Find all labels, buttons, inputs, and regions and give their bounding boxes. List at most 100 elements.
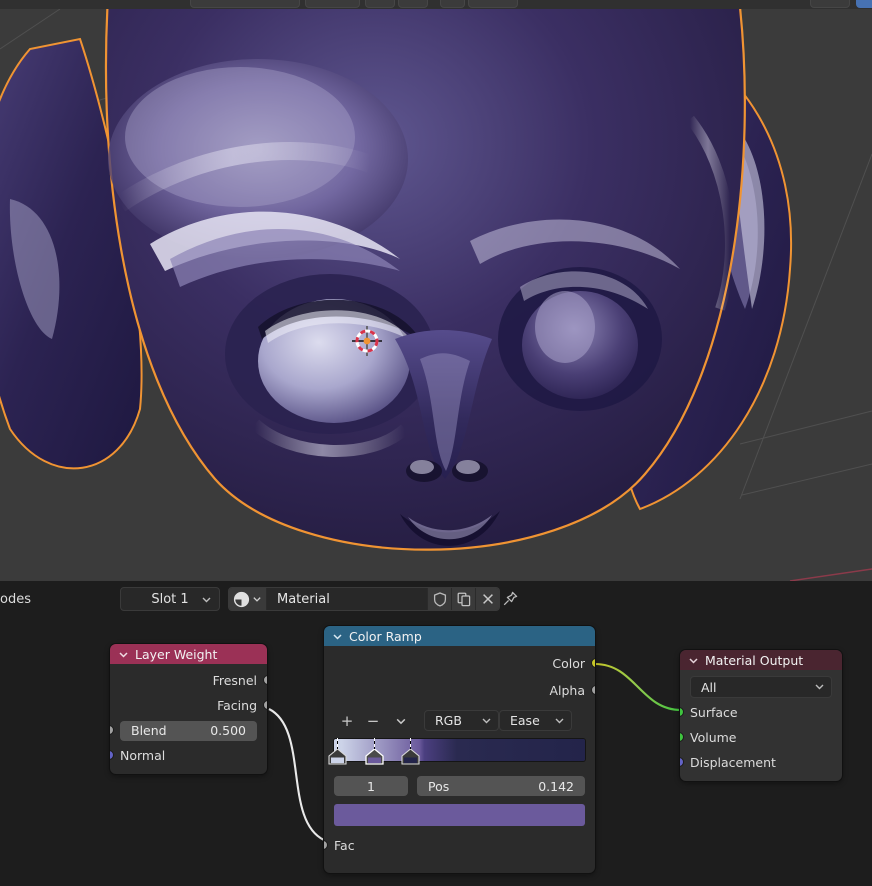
material-name-value: Material bbox=[277, 591, 330, 607]
socket-surface[interactable] bbox=[680, 707, 684, 717]
chevron-down-icon[interactable] bbox=[118, 649, 129, 660]
ramp-position-field[interactable]: Pos 0.142 bbox=[417, 776, 585, 796]
input-surface-label: Surface bbox=[690, 705, 738, 720]
node-color-ramp-title: Color Ramp bbox=[349, 628, 422, 644]
toolbar-button[interactable] bbox=[398, 0, 428, 8]
ramp-position-value: 0.142 bbox=[538, 778, 574, 794]
remove-stop-button[interactable]: − bbox=[360, 710, 386, 731]
input-normal[interactable]: Normal bbox=[110, 743, 267, 768]
socket-blend[interactable] bbox=[110, 725, 114, 735]
use-nodes-label[interactable]: odes bbox=[0, 592, 31, 607]
chevron-down-icon bbox=[253, 597, 261, 602]
suzanne-mesh bbox=[0, 9, 793, 551]
color-ramp-toolbar: + − RGB Ease bbox=[324, 704, 595, 731]
output-color[interactable]: Color bbox=[324, 650, 595, 677]
material-slot-select[interactable]: Slot 1 bbox=[120, 587, 220, 611]
output-alpha-label: Alpha bbox=[549, 683, 585, 698]
blender-window: odes Slot 1 Material Layer Weight Fresne… bbox=[0, 0, 872, 886]
material-slot-value: Slot 1 bbox=[151, 591, 189, 607]
output-facing[interactable]: Facing bbox=[110, 693, 267, 718]
node-layer-weight-body: Fresnel Facing Blend 0.500 Normal bbox=[110, 664, 267, 774]
input-volume[interactable]: Volume bbox=[680, 725, 842, 750]
input-normal-label: Normal bbox=[120, 748, 166, 763]
toolbar-button-active[interactable] bbox=[856, 0, 872, 8]
ramp-stop-0[interactable] bbox=[328, 738, 347, 765]
output-fresnel-label: Fresnel bbox=[212, 673, 257, 688]
chevron-down-icon[interactable] bbox=[332, 631, 343, 642]
blend-label: Blend bbox=[131, 723, 167, 738]
ramp-position-label: Pos bbox=[428, 778, 450, 794]
add-stop-button[interactable]: + bbox=[334, 710, 360, 731]
shield-icon bbox=[433, 591, 446, 607]
link-color-to-surface bbox=[594, 662, 682, 712]
shader-node-editor[interactable]: Layer Weight Fresnel Facing Blend 0.500 bbox=[0, 617, 872, 886]
socket-alpha[interactable] bbox=[591, 685, 595, 695]
chevron-down-icon bbox=[201, 594, 212, 605]
material-sphere-icon bbox=[233, 591, 250, 607]
chevron-down-icon bbox=[814, 681, 825, 692]
ramp-stop-1[interactable] bbox=[365, 738, 384, 765]
node-layer-weight[interactable]: Layer Weight Fresnel Facing Blend 0.500 bbox=[110, 644, 267, 774]
input-fac[interactable]: Fac bbox=[324, 830, 595, 860]
new-material-button[interactable] bbox=[451, 588, 475, 610]
material-name-field[interactable]: Material bbox=[267, 588, 427, 610]
color-ramp-gradient[interactable] bbox=[328, 738, 585, 765]
chevron-down-icon[interactable] bbox=[688, 655, 699, 666]
ramp-active-color-swatch[interactable] bbox=[334, 804, 585, 826]
easing-select[interactable]: Ease bbox=[499, 710, 572, 731]
color-ramp-widget[interactable] bbox=[324, 731, 595, 765]
fake-user-button[interactable] bbox=[427, 588, 451, 610]
blend-field[interactable]: Blend 0.500 bbox=[120, 720, 257, 741]
pin-material-button[interactable] bbox=[500, 589, 520, 609]
top-toolbar-strip bbox=[0, 0, 872, 9]
ramp-stop-2[interactable] bbox=[401, 738, 420, 765]
node-color-ramp[interactable]: Color Ramp Color Alpha + − RGB Ease 1 Po… bbox=[324, 626, 595, 873]
browse-material-button[interactable] bbox=[229, 588, 267, 610]
socket-fac[interactable] bbox=[324, 840, 328, 850]
3d-cursor-icon bbox=[352, 326, 382, 356]
socket-fresnel[interactable] bbox=[263, 675, 267, 685]
node-color-ramp-header[interactable]: Color Ramp bbox=[324, 626, 595, 646]
node-material-output-body: All Surface Volume Displacement bbox=[680, 670, 842, 781]
socket-normal[interactable] bbox=[110, 750, 114, 760]
unlink-material-button[interactable] bbox=[475, 588, 499, 610]
link-facing-to-fac bbox=[268, 708, 325, 841]
output-facing-label: Facing bbox=[217, 698, 257, 713]
viewport-3d[interactable] bbox=[0, 9, 872, 581]
output-fresnel[interactable]: Fresnel bbox=[110, 668, 267, 693]
ramp-stop-handle[interactable] bbox=[328, 748, 347, 765]
socket-facing[interactable] bbox=[263, 700, 267, 710]
ramp-menu-button[interactable] bbox=[386, 710, 416, 731]
output-alpha[interactable]: Alpha bbox=[324, 677, 595, 704]
pin-icon bbox=[503, 591, 518, 606]
ramp-stop-handle-active[interactable] bbox=[365, 748, 384, 765]
ramp-active-index-value: 1 bbox=[367, 778, 375, 794]
toolbar-button[interactable] bbox=[468, 0, 518, 8]
input-displacement[interactable]: Displacement bbox=[680, 750, 842, 775]
ramp-color-swatch-wrap bbox=[324, 796, 595, 826]
node-layer-weight-title: Layer Weight bbox=[135, 646, 218, 662]
output-target-value: All bbox=[701, 679, 717, 695]
toolbar-button[interactable] bbox=[810, 0, 850, 8]
copy-icon bbox=[457, 592, 470, 606]
toolbar-button[interactable] bbox=[440, 0, 465, 8]
socket-displacement[interactable] bbox=[680, 757, 684, 767]
toolbar-button[interactable] bbox=[190, 0, 300, 8]
ramp-active-index-field[interactable]: 1 bbox=[334, 776, 408, 796]
node-material-output-header[interactable]: Material Output bbox=[680, 650, 842, 670]
socket-color[interactable] bbox=[591, 658, 595, 668]
input-displacement-label: Displacement bbox=[690, 755, 776, 770]
chevron-down-icon bbox=[554, 715, 565, 726]
output-target-select[interactable]: All bbox=[690, 676, 832, 698]
node-material-output[interactable]: Material Output All Surface Volume Displ… bbox=[680, 650, 842, 781]
interpolation-mode-select[interactable]: RGB bbox=[424, 710, 499, 731]
toolbar-button[interactable] bbox=[305, 0, 360, 8]
input-volume-label: Volume bbox=[690, 730, 737, 745]
node-layer-weight-header[interactable]: Layer Weight bbox=[110, 644, 267, 664]
chevron-down-icon bbox=[481, 715, 492, 726]
toolbar-button[interactable] bbox=[365, 0, 395, 8]
output-target-wrap: All bbox=[680, 674, 842, 700]
input-surface[interactable]: Surface bbox=[680, 700, 842, 725]
ramp-stop-handle[interactable] bbox=[401, 748, 420, 765]
socket-volume[interactable] bbox=[680, 732, 684, 742]
